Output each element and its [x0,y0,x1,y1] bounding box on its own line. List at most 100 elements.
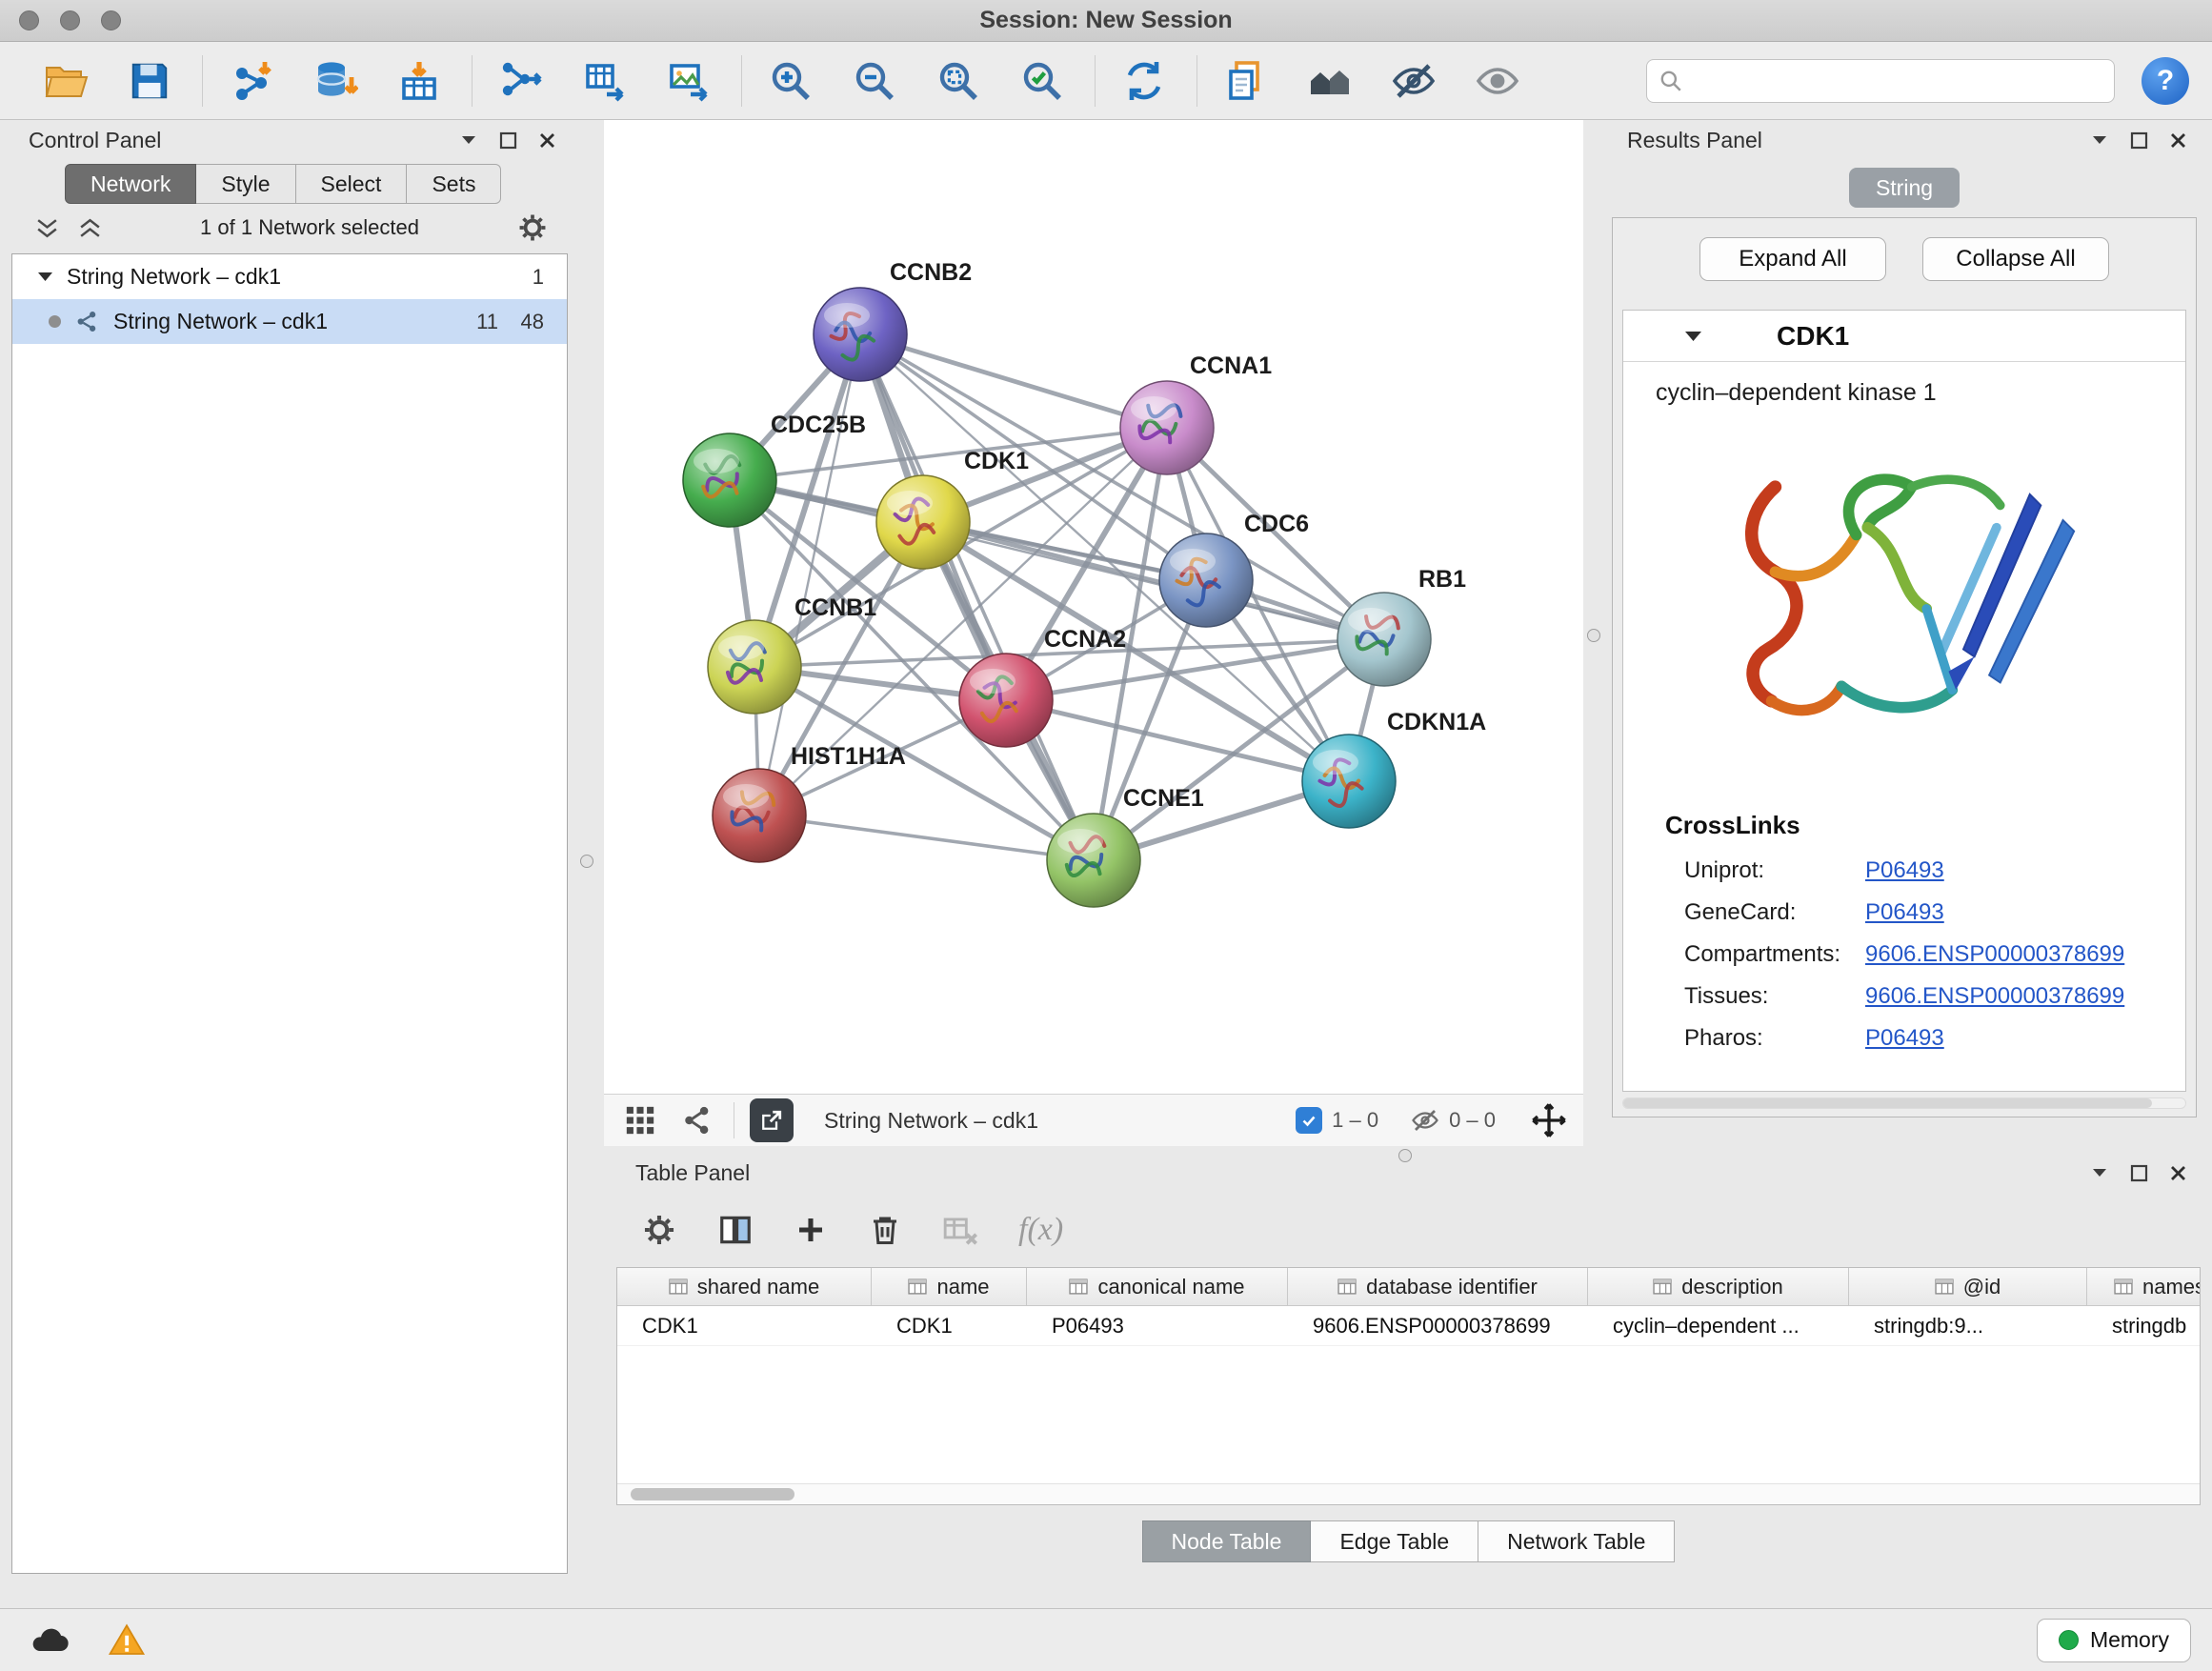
collapse-all-button[interactable]: Collapse All [1922,237,2109,281]
network-node-CCNB1[interactable] [708,620,801,714]
column-header-canonical-name[interactable]: canonical name [1027,1268,1288,1305]
fit-selected-button[interactable] [1528,1099,1570,1141]
cell-namespace[interactable]: stringdb [2087,1306,2201,1345]
zoom-selected-button[interactable] [1009,50,1076,112]
close-window-button[interactable] [19,10,39,30]
expand-all-button[interactable]: Expand All [1699,237,1886,281]
zoom-window-button[interactable] [101,10,121,30]
cell-name[interactable]: CDK1 [872,1306,1027,1345]
save-session-button[interactable] [116,50,183,112]
float-panel-icon[interactable] [459,133,478,147]
tab-sets[interactable]: Sets [407,164,501,204]
close-panel-icon[interactable] [2169,131,2187,150]
delete-table-button[interactable] [942,1212,978,1248]
network-node-RB1[interactable] [1337,593,1431,686]
network-node-CDK1[interactable] [876,475,970,569]
network-collection-row[interactable]: String Network – cdk1 1 [12,254,567,299]
crosslink-link[interactable]: P06493 [1865,1025,1944,1052]
tab-style[interactable]: Style [196,164,295,204]
results-scrollbar[interactable] [1622,1097,2186,1109]
network-node-CCNE1[interactable] [1047,814,1140,907]
tab-network[interactable]: Network [65,164,196,204]
table-settings-button[interactable] [641,1212,677,1248]
crosslink-link[interactable]: P06493 [1865,899,1944,926]
table-horizontal-scrollbar[interactable] [617,1483,2200,1504]
search-input[interactable] [1693,69,2102,93]
network-canvas[interactable]: CCNB2CCNA1CDC25BCDK1CDC6RB1CCNB1CCNA2CDK… [604,120,1583,1094]
export-network-button[interactable] [572,50,638,112]
right-splitter-handle[interactable] [1587,629,1600,642]
search-box[interactable] [1646,59,2115,103]
cell-canonical-name[interactable]: P06493 [1027,1306,1288,1345]
cell-database-identifier[interactable]: 9606.ENSP00000378699 [1288,1306,1588,1345]
network-node-CCNA1[interactable] [1120,381,1214,474]
left-splitter-handle[interactable] [580,855,593,868]
crosslink-link[interactable]: 9606.ENSP00000378699 [1865,941,2124,968]
network-node-CCNA2[interactable] [959,654,1053,747]
close-panel-icon[interactable] [538,131,556,150]
float-panel-icon[interactable] [2090,1166,2109,1179]
maximize-panel-icon[interactable] [2130,131,2148,150]
import-network-from-database-button[interactable] [302,50,369,112]
crosslink-link[interactable]: 9606.ENSP00000378699 [1865,983,2124,1010]
column-header-shared-name[interactable]: shared name [617,1268,872,1305]
table-row[interactable]: CDK1 CDK1 P06493 9606.ENSP00000378699 cy… [617,1306,2200,1346]
gene-section-header[interactable]: CDK1 [1623,311,2185,362]
zoom-out-button[interactable] [841,50,908,112]
cell-id[interactable]: stringdb:9... [1849,1306,2087,1345]
show-columns-button[interactable] [717,1212,754,1248]
tab-node-table[interactable]: Node Table [1142,1520,1312,1562]
zoom-in-button[interactable] [757,50,824,112]
column-header-name[interactable]: name [872,1268,1027,1305]
network-row[interactable]: String Network – cdk1 11 48 [12,299,567,344]
cell-shared-name[interactable]: CDK1 [617,1306,872,1345]
network-node-HIST1H1A[interactable] [713,769,806,862]
minimize-window-button[interactable] [60,10,80,30]
zoom-fit-button[interactable] [925,50,992,112]
gear-icon[interactable] [516,211,549,244]
network-node-CDC25B[interactable] [683,433,776,527]
refresh-layout-button[interactable] [1111,50,1177,112]
network-node-CDC6[interactable] [1159,534,1253,627]
import-network-from-file-button[interactable] [218,50,285,112]
show-hide-panels-button[interactable] [1297,50,1363,112]
expand-all-icon[interactable] [77,217,103,239]
column-header-id[interactable]: @id [1849,1268,2087,1305]
warning-icon[interactable] [107,1621,147,1661]
create-column-button[interactable] [794,1213,828,1247]
network-node-CDKN1A[interactable] [1302,735,1396,828]
cell-description[interactable]: cyclin–dependent ... [1588,1306,1849,1345]
cloud-icon[interactable] [29,1620,70,1661]
help-button[interactable]: ? [2142,57,2189,105]
maximize-panel-icon[interactable] [2130,1164,2148,1182]
detach-view-button[interactable] [750,1098,794,1142]
show-all-button[interactable] [1464,50,1531,112]
tab-select[interactable]: Select [296,164,408,204]
tab-edge-table[interactable]: Edge Table [1311,1520,1478,1562]
disclosure-triangle-icon[interactable] [37,271,53,283]
network-edge-CCNB2-CCNE1[interactable] [860,334,1094,860]
new-network-from-selection-button[interactable] [488,50,554,112]
network-options-button[interactable] [676,1099,718,1141]
column-header-description[interactable]: description [1588,1268,1849,1305]
tab-network-table[interactable]: Network Table [1478,1520,1675,1562]
birdseye-view-button[interactable] [619,1099,661,1141]
network-edge-HIST1H1A-CCNE1[interactable] [759,815,1094,860]
network-graph[interactable]: CCNB2CCNA1CDC25BCDK1CDC6RB1CCNB1CCNA2CDK… [604,120,1583,1094]
import-table-from-file-button[interactable] [386,50,452,112]
export-image-button[interactable] [655,50,722,112]
memory-button[interactable]: Memory [2037,1619,2191,1662]
network-node-CCNB2[interactable] [814,288,907,381]
crosslink-link[interactable]: P06493 [1865,857,1944,884]
collapse-all-icon[interactable] [34,217,60,239]
results-tab-string[interactable]: String [1849,168,1960,208]
delete-column-button[interactable] [868,1213,902,1247]
hide-selected-button[interactable] [1380,50,1447,112]
table-scrollbar-thumb[interactable] [631,1488,794,1500]
close-panel-icon[interactable] [2169,1164,2187,1182]
function-builder-button[interactable]: f(x) [1018,1212,1063,1248]
open-session-button[interactable] [32,50,99,112]
selected-checkbox-icon[interactable] [1296,1107,1322,1134]
maximize-panel-icon[interactable] [499,131,517,150]
copy-document-button[interactable] [1213,50,1279,112]
